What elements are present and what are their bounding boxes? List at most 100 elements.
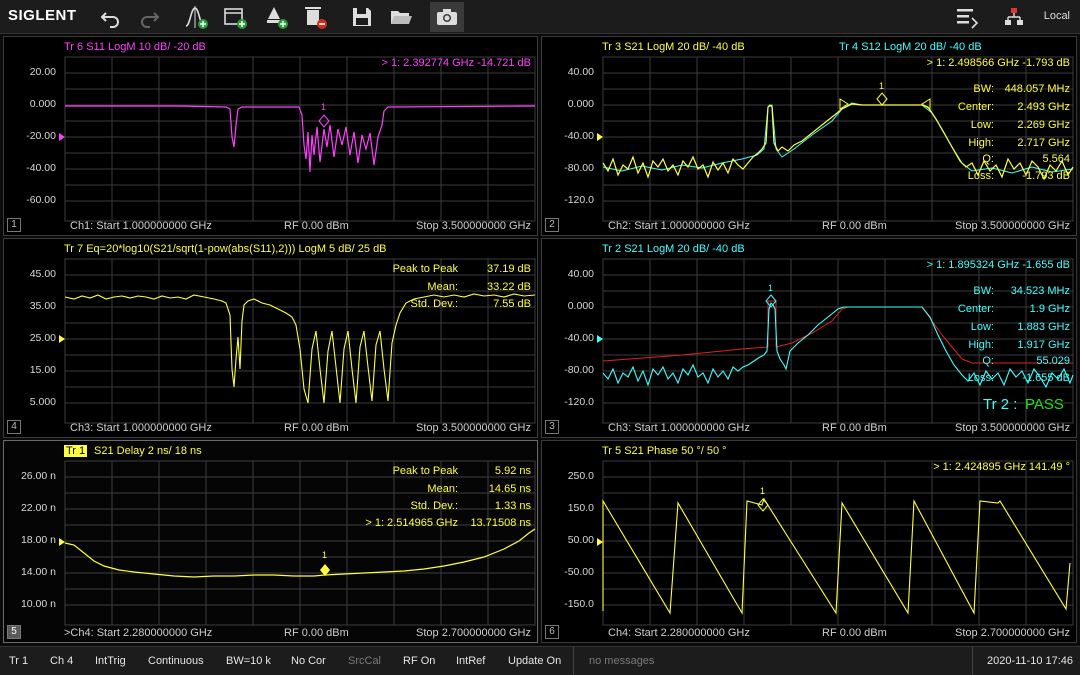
y-tick: 5.000 [29,396,56,408]
stat-label: Std. Dev.: [410,500,458,512]
divider [972,647,973,675]
redo-icon[interactable] [136,4,162,30]
grid [64,56,536,222]
y-tick: -50.00 [564,566,594,578]
active-trace-badge[interactable]: Tr 1 [64,445,88,457]
stat-value: 37.19 dB [486,263,531,275]
add-trace-icon[interactable] [263,4,289,30]
window-number[interactable]: 1 [7,218,21,232]
status-if-bandwidth[interactable]: BW=10 k [226,655,271,667]
y-tick: 25.00 [29,332,56,344]
channel-stop[interactable]: Stop 2.700000000 GHz [416,627,531,639]
trace-title[interactable]: Tr 5 S21 Phase 50 °/ 50 ° [602,445,727,458]
trace-window-3[interactable]: Tr 2 S21 LogM 20 dB/ -40 dB > 1: 1.89532… [541,238,1077,438]
add-marker-icon[interactable] [183,4,209,30]
stat-label: Loss: [967,372,994,384]
add-window-icon[interactable] [222,4,248,30]
reference-arrow [59,133,65,141]
layout-menu-icon[interactable] [954,4,980,30]
y-tick: -60.00 [26,194,56,206]
channel-stop[interactable]: Stop 3.500000000 GHz [955,220,1070,232]
trace-title-2[interactable]: Tr 4 S12 LogM 20 dB/ -40 dB [839,41,982,54]
local-remote-status[interactable]: Local [1044,10,1070,22]
window-number[interactable]: 3 [545,420,559,434]
marker-1-label: 1 [768,283,774,293]
channel-start[interactable]: Ch4: Start 2.280000000 GHz [608,627,750,639]
channel-start[interactable]: Ch3: Start 1.000000000 GHz [608,422,750,434]
status-rf-power[interactable]: RF On [403,655,435,667]
channel-power[interactable]: RF 0.00 dBm [822,220,887,232]
delete-trace-icon[interactable] [302,4,328,30]
reference-arrow [597,538,603,546]
trace-window-2[interactable]: Tr 3 S21 LogM 20 dB/ -40 dB Tr 4 S12 Log… [541,36,1077,236]
stat-value: 5.92 ns [494,465,531,477]
y-tick: 40.00 [567,268,594,280]
grid [602,460,1074,626]
status-source-cal[interactable]: SrcCal [348,655,381,667]
trace-title[interactable]: Tr 7 Eq=20*log10(S21/sqrt(1-pow(abs(S11)… [64,243,387,256]
stat-value: 1.9 GHz [1029,303,1070,315]
window-number[interactable]: 5 [7,625,21,639]
trace-window-6[interactable]: Tr 5 S21 Phase 50 °/ 50 ° > 1: 2.424895 … [541,440,1077,643]
channel-start[interactable]: Ch2: Start 1.000000000 GHz [608,220,750,232]
marker-readout: > 1: 2.498566 GHz -1.793 dB [926,57,1070,69]
y-tick: 15.00 [29,364,56,376]
status-correction[interactable]: No Cor [291,655,326,667]
stat-label: BW: [973,83,994,95]
active-trace-tag[interactable]: Tr 1 [64,445,88,458]
trace-title[interactable]: S21 Delay 2 ns/ 18 ns [94,445,202,458]
reference-arrow [597,335,603,343]
y-tick: 150.0 [567,502,594,514]
channel-power[interactable]: RF 0.00 dBm [284,422,349,434]
channel-power[interactable]: RF 0.00 dBm [822,422,887,434]
trace-window-1[interactable]: Tr 6 S11 LogM 10 dB/ -20 dB > 1: 2.39277… [3,36,538,236]
stat-value: 34.523 MHz [1010,285,1070,297]
channel-power[interactable]: RF 0.00 dBm [284,627,349,639]
window-number[interactable]: 4 [7,420,21,434]
y-tick: -40.00 [26,162,56,174]
trace-title[interactable]: Tr 6 S11 LogM 10 dB/ -20 dB [64,41,206,54]
window-number[interactable]: 6 [545,625,559,639]
channel-start[interactable]: >Ch4: Start 2.280000000 GHz [64,627,212,639]
status-trigger-mode[interactable]: Continuous [148,655,204,667]
y-tick: 0.000 [567,98,594,110]
y-tick: -40.00 [564,130,594,142]
channel-stop[interactable]: Stop 2.700000000 GHz [955,627,1070,639]
reference-arrow [59,538,65,546]
undo-icon[interactable] [98,4,124,30]
stat-label: Loss: [967,170,994,182]
stat-value: 14.65 ns [488,483,531,495]
status-datetime: 2020-11-10 17:46 [987,655,1074,667]
open-folder-icon[interactable] [388,4,414,30]
status-active-channel[interactable]: Ch 4 [50,655,73,667]
network-icon[interactable] [1001,4,1027,30]
camera-icon[interactable] [430,2,464,32]
stat-value: 448.057 MHz [1004,83,1070,95]
status-trigger-source[interactable]: IntTrig [95,655,126,667]
status-update[interactable]: Update On [508,655,561,667]
status-reference[interactable]: IntRef [456,655,485,667]
stat-label: Q: [982,355,994,367]
trace-title[interactable]: Tr 3 S21 LogM 20 dB/ -40 dB [602,41,745,54]
channel-stop[interactable]: Stop 3.500000000 GHz [416,422,531,434]
marker-readout: > 1: 1.895324 GHz -1.655 dB [926,259,1070,271]
status-active-trace[interactable]: Tr 1 [9,655,28,667]
marker-1-label: 1 [879,81,885,91]
siglent-logo: SIGLENT [8,7,77,24]
trace-title[interactable]: Tr 2 S21 LogM 20 dB/ -40 dB [602,243,745,256]
marker-value: 13.71508 ns [470,517,531,529]
channel-start[interactable]: Ch3: Start 1.000000000 GHz [70,422,212,434]
channel-stop[interactable]: Stop 3.500000000 GHz [955,422,1070,434]
trace-window-5[interactable]: Tr 1 S21 Delay 2 ns/ 18 ns Peak to Peak … [3,440,538,643]
trace-window-4[interactable]: Tr 7 Eq=20*log10(S21/sqrt(1-pow(abs(S11)… [3,238,538,438]
channel-stop[interactable]: Stop 3.500000000 GHz [416,220,531,232]
channel-power[interactable]: RF 0.00 dBm [284,220,349,232]
y-tick: 0.000 [29,98,56,110]
window-number[interactable]: 2 [545,218,559,232]
stat-value: 2.493 GHz [1017,101,1070,113]
y-tick: 50.00 [567,534,594,546]
save-icon[interactable] [349,4,375,30]
stat-label: High: [968,137,994,149]
channel-power[interactable]: RF 0.00 dBm [822,627,887,639]
channel-start[interactable]: Ch1: Start 1.000000000 GHz [70,220,212,232]
